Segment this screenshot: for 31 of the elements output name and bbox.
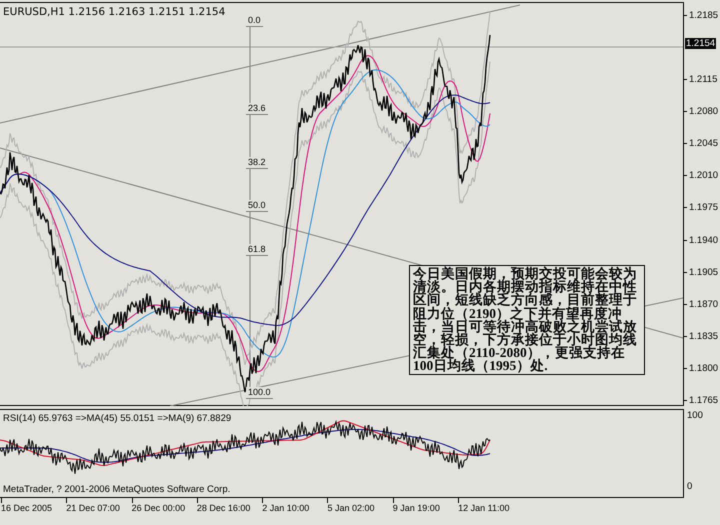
price-axis-label: 1.1765 [687, 394, 720, 406]
fibonacci-level-label: 38.2 [246, 157, 268, 169]
time-axis-label: 12 Jan 11:00 [458, 503, 510, 515]
time-axis-label: 21 Dec 07:00 [66, 503, 120, 515]
price-axis-label: 1.1835 [687, 330, 720, 342]
price-axis-label: 1.1800 [687, 362, 720, 374]
time-axis-label: 26 Dec 00:00 [132, 503, 186, 515]
price-axis-label: 1.2080 [687, 106, 720, 118]
price-axis-label: 1.2185 [687, 10, 720, 21]
time-axis-label: 2 Jan 10:00 [262, 503, 310, 515]
price-axis-label: 1.2045 [687, 138, 720, 150]
copyright-text: MetaTrader, ? 2001-2006 MetaQuotes Software Corp. [3, 484, 230, 495]
price-axis-label: 1.1905 [687, 266, 720, 278]
price-axis-label: 1.2010 [687, 170, 720, 182]
price-axis-label: 1.1940 [687, 234, 720, 246]
fibonacci-level-label: 100.0 [246, 387, 273, 399]
time-axis-label: 9 Jan 19:00 [392, 503, 440, 515]
price-axis-label: 1.1870 [687, 298, 720, 310]
rsi-header: RSI(14) 65.9763 =>MA(45) 55.0151 =>MA(9) 67.8829 [3, 413, 232, 424]
fibonacci-level-label: 0.0 [246, 15, 263, 27]
time-axis-label: 5 Jan 02:00 [327, 503, 375, 515]
current-price-tag: 1.2154 [685, 38, 716, 49]
price-axis-label: 1.2115 [687, 74, 720, 86]
symbol-header: EURUSD,H1 1.2156 1.2163 1.2151 1.2154 [3, 6, 226, 18]
time-axis-label: 16 Dec 2005 [1, 503, 52, 515]
time-axis-label: 28 Dec 16:00 [196, 503, 250, 515]
price-axis-label: 1.1975 [687, 202, 720, 214]
annotation-note: 今日美国假期，预期交投可能会较为清淡。日内各期摆动指标维持在中性区间，短线缺乏方向感，目前整理于阻力位（2190）之下并有望再度冲击，当日可等待冲高破败之机尝试放空，轻损，下方承接位于小时图均线汇集处（2110-2080），更强支持在100日均线（1995）处. [409, 265, 645, 375]
fibonacci-level-label: 23.6 [246, 103, 268, 115]
fibonacci-level-label: 50.0 [246, 200, 268, 212]
fibonacci-level-label: 61.8 [246, 244, 268, 256]
